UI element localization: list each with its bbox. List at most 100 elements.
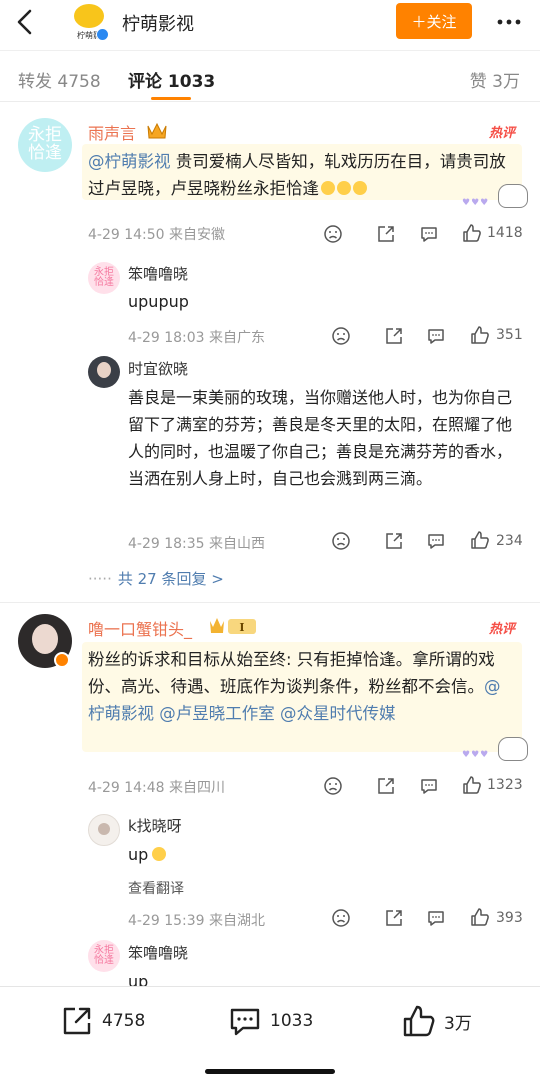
account-name[interactable]: 柠萌影视 [122,10,194,36]
reply-author[interactable]: 笨噜噜晓 [128,263,188,284]
thumbs-up-icon[interactable] [470,325,490,345]
avatar[interactable] [88,814,120,846]
reply-meta: 4-29 18:03 来自广东 [128,330,266,346]
chevron-left-icon[interactable] [10,6,42,38]
thumbs-up-icon [403,1005,435,1037]
hot-comment-badge: 热评 [489,126,516,141]
bunny-sticker-icon [498,737,528,761]
avatar-text: 永拒 恰逢 [94,266,114,288]
home-indicator [205,1069,335,1074]
more-dots-icon[interactable] [494,8,524,36]
bottom-action-bar: 4758 1033 3万 [0,986,540,1080]
share-icon[interactable] [376,776,396,796]
comment-text: 粉丝的诉求和目标从始至终: 只有拒掉恰逢。拿所谓的戏份、高光、待遇、班底作为谈判… [88,650,495,696]
like-count: 393 [496,910,523,926]
reply-icon[interactable] [426,531,446,551]
share-icon[interactable] [376,224,396,244]
comment-button[interactable]: 1033 [228,1003,313,1039]
tab-bar: 转发 4758 评论 1033 赞 3万 [0,50,540,102]
dislike-face-icon[interactable] [331,326,351,346]
mention-link[interactable]: @卢昱晓工作室 [159,704,275,723]
tab-like[interactable]: 赞 3万 [470,67,520,92]
like-count: 3万 [444,1013,472,1034]
dots-divider: ····· [88,570,112,588]
bunny-sticker-icon [498,184,528,208]
repost-count: 4758 [102,1011,146,1031]
thumbs-up-icon[interactable] [462,223,482,243]
mention-link[interactable]: @柠萌影视 [88,152,171,171]
avatar[interactable]: 永拒 恰逢 [88,262,120,294]
reply-text: upupup [128,292,189,311]
comment-author[interactable]: 噜一口蟹钳头_ [88,616,192,640]
like-count: 351 [496,327,523,343]
thumbs-up-icon[interactable] [462,775,482,795]
like-button[interactable]: 3万 [402,1003,472,1039]
dislike-face-icon[interactable] [323,224,343,244]
reply-text-content: up [128,845,149,864]
comment-count: 1033 [270,1011,314,1031]
svg-text:I: I [239,621,244,634]
more-replies-link[interactable]: ····· 共 27 条回复 > [88,568,224,589]
share-icon[interactable] [384,531,404,551]
more-replies-label: 共 27 条回复 > [117,570,224,588]
share-icon[interactable] [384,908,404,928]
reply-author[interactable]: 笨噜噜晓 [128,942,188,963]
lemon-logo-icon [74,4,104,28]
comment-body: @柠萌影视 贵司爱楠人尽皆知，轧戏历历在目，请贵司放过卢昱晓，卢昱晓粉丝永拒恰逢 [82,144,522,200]
reply-author[interactable]: k找晓呀 [128,815,182,836]
see-translation-link[interactable]: 查看翻译 [128,878,184,898]
emoji-icon [353,181,367,195]
emoji-icon [152,847,167,861]
top-nav: 柠萌影 柠萌影视 ＋关注 [0,0,540,44]
avatar-text: 永拒 恰逢 [94,944,114,966]
tab-repost[interactable]: 转发 4758 [18,67,101,92]
thumbs-up-icon[interactable] [470,530,490,550]
account-avatar[interactable]: 柠萌影 [70,4,109,42]
thumbs-up-icon[interactable] [470,907,490,927]
avatar-face [32,624,58,654]
crown-badge-icon [147,122,167,139]
reply-text: up [128,841,167,868]
comment-meta: 4-29 14:50 来自安徽 [88,227,226,243]
avatar-face [98,823,110,835]
vip-level-badge-icon: I [210,618,256,634]
avatar[interactable] [88,356,120,388]
repost-button[interactable]: 4758 [60,1003,145,1039]
hearts-decoration-icon: ♥♥♥ [462,750,490,760]
reply-icon[interactable] [419,776,439,796]
dislike-face-icon[interactable] [331,531,351,551]
verified-badge-icon [96,28,109,41]
emoji-icon [337,181,351,195]
comment-author[interactable]: 雨声言 [88,120,136,144]
comment-divider [0,602,540,603]
like-count: 1418 [487,225,523,241]
reply-meta: 4-29 18:35 来自山西 [128,536,266,552]
avatar-text: 永拒 恰逢 [28,125,62,163]
tab-active-indicator [151,97,191,100]
tab-comment[interactable]: 评论 1033 [128,67,215,92]
avatar-face [97,362,111,378]
share-icon[interactable] [384,326,404,346]
comment-meta: 4-29 14:48 来自四川 [88,780,226,796]
reply-text: 善良是一束美丽的玫瑰，当你赠送他人时，也为你自己留下了满室的芬芳；善良是冬天里的… [128,388,513,488]
follow-button[interactable]: ＋关注 [396,3,472,39]
verified-badge-icon [54,652,70,668]
mention-link[interactable]: @众星时代传媒 [280,704,396,723]
like-count: 234 [496,533,523,549]
reply-author[interactable]: 时宜欲晓 [128,358,188,379]
reply-icon[interactable] [426,908,446,928]
reply-icon[interactable] [426,326,446,346]
reply-icon[interactable] [419,224,439,244]
reply-meta: 4-29 15:39 来自湖北 [128,913,266,929]
avatar[interactable]: 永拒 恰逢 [18,118,72,172]
emoji-icon [321,181,335,195]
dislike-face-icon[interactable] [323,776,343,796]
comment-icon [230,1008,260,1036]
like-count: 1323 [487,777,523,793]
comment-body: 粉丝的诉求和目标从始至终: 只有拒掉恰逢。拿所谓的戏份、高光、待遇、班底作为谈判… [82,642,522,752]
avatar[interactable]: 永拒 恰逢 [88,940,120,972]
hearts-decoration-icon: ♥♥♥ [462,198,490,208]
dislike-face-icon[interactable] [331,908,351,928]
hot-comment-badge: 热评 [489,622,516,637]
share-icon [63,1007,91,1035]
